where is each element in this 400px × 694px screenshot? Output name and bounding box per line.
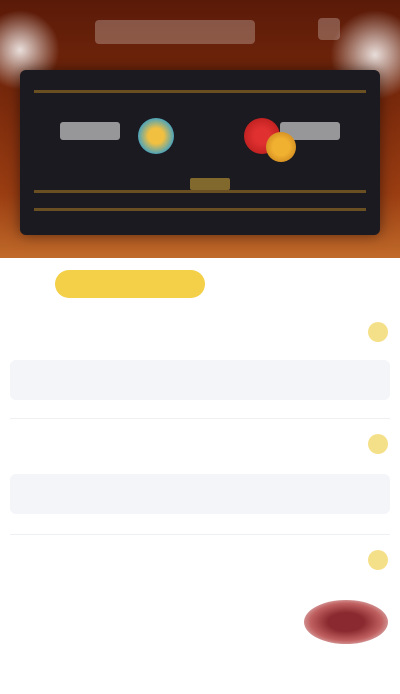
team-logo-icon <box>138 118 174 154</box>
hero-banner <box>0 0 400 258</box>
tab-1[interactable] <box>55 270 205 298</box>
scoreboard <box>20 70 380 235</box>
tab-bar <box>0 258 400 308</box>
badge-icon <box>368 434 388 454</box>
team-left-name <box>60 122 120 140</box>
stat-row <box>10 474 390 514</box>
info-section <box>0 538 400 694</box>
hero-title <box>95 20 255 44</box>
team-logo-icon <box>266 132 296 162</box>
tab-2[interactable] <box>230 270 300 298</box>
share-icon[interactable] <box>318 18 340 40</box>
news-thumbnail[interactable] <box>304 600 388 644</box>
scoreboard-line <box>34 190 366 193</box>
badge-icon <box>368 550 388 570</box>
divider <box>10 418 390 419</box>
score-display <box>190 178 230 190</box>
tab-3[interactable] <box>320 270 380 298</box>
stat-row <box>10 360 390 400</box>
scoreboard-line <box>34 90 366 93</box>
info-section <box>0 310 400 410</box>
divider <box>10 534 390 535</box>
info-section <box>0 422 400 532</box>
scoreboard-line <box>34 208 366 211</box>
badge-icon <box>368 322 388 342</box>
